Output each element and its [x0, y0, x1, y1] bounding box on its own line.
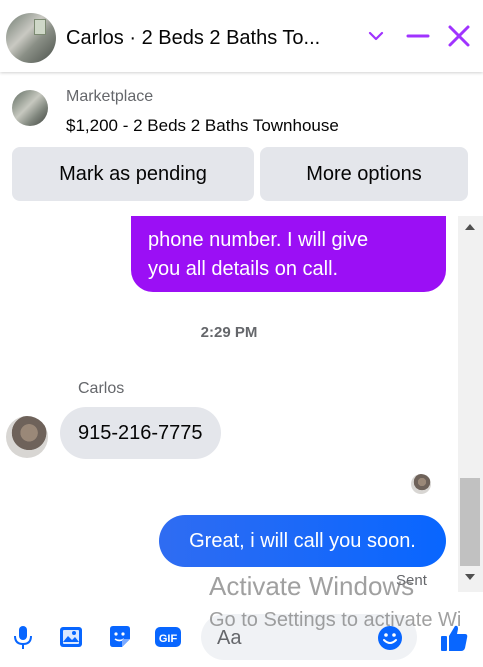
- scroll-down-arrow-icon[interactable]: [465, 574, 475, 580]
- conversation-avatar[interactable]: [6, 13, 56, 63]
- more-options-button[interactable]: More options: [260, 147, 468, 201]
- sticker-icon[interactable]: [105, 622, 135, 652]
- activate-windows-subtext: Go to Settings to activate Wi: [209, 609, 462, 631]
- gif-icon[interactable]: GIF: [153, 622, 183, 652]
- chat-header: Carlos · 2 Beds 2 Baths To...: [0, 0, 483, 72]
- minimize-icon[interactable]: [404, 22, 432, 50]
- read-receipt-avatar: [411, 474, 431, 494]
- message-timestamp: 2:29 PM: [200, 324, 258, 341]
- listing-title[interactable]: $1,200 - 2 Beds 2 Baths Townhouse: [66, 116, 339, 136]
- scrollbar-thumb[interactable]: [460, 478, 480, 566]
- message-text-line: you all details on call.: [148, 258, 339, 280]
- incoming-message-bubble: 915-216-7775: [60, 407, 221, 459]
- conversation-title[interactable]: Carlos · 2 Beds 2 Baths To...: [66, 25, 351, 51]
- message-text-line: phone number. I will give: [148, 229, 369, 251]
- outgoing-message-bubble: Great, i will call you soon.: [159, 515, 446, 567]
- sender-avatar[interactable]: [6, 416, 48, 458]
- mark-as-pending-button[interactable]: Mark as pending: [12, 147, 254, 201]
- close-icon[interactable]: [445, 22, 473, 50]
- scroll-up-arrow-icon[interactable]: [465, 224, 475, 230]
- marketplace-label: Marketplace: [66, 88, 154, 105]
- outgoing-message-bubble: phone number. I will give you all detail…: [131, 216, 446, 292]
- message-thread: phone number. I will give you all detail…: [0, 216, 458, 592]
- scrollbar[interactable]: [458, 216, 483, 592]
- photo-icon[interactable]: [57, 622, 87, 652]
- activate-windows-watermark: Activate Windows: [209, 571, 415, 601]
- sender-name: Carlos: [78, 380, 125, 397]
- chevron-down-icon[interactable]: [362, 22, 390, 50]
- microphone-icon[interactable]: [8, 622, 38, 652]
- listing-thumbnail[interactable]: [12, 90, 48, 126]
- svg-text:GIF: GIF: [159, 633, 178, 645]
